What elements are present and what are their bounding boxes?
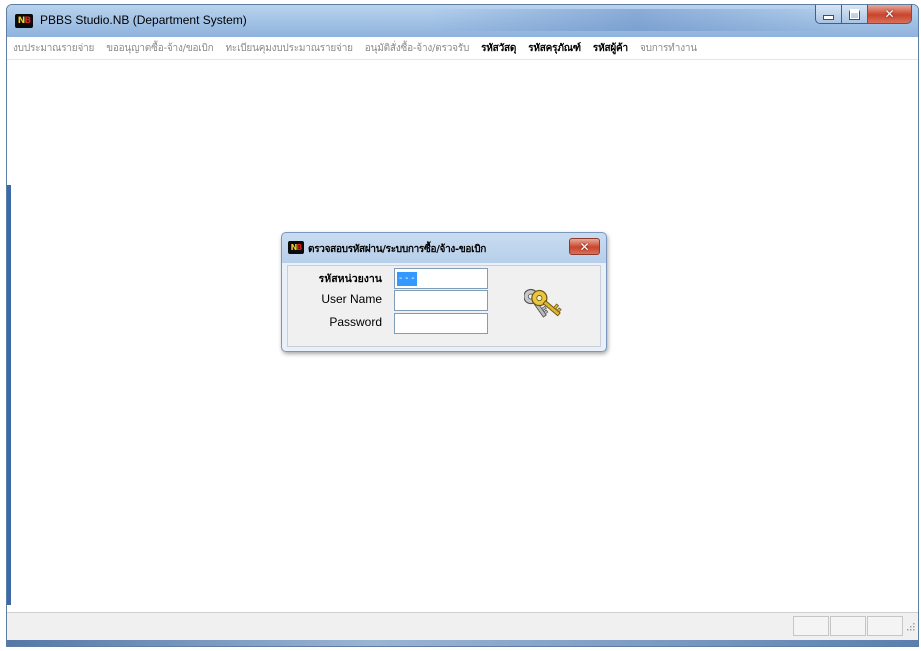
menu-item-budget-register[interactable]: ทะเบียนคุมงบประมาณรายจ่าย bbox=[226, 41, 353, 56]
close-icon: ✕ bbox=[579, 239, 590, 254]
menu-item-approve-order[interactable]: อนุมัติสั่งซื้อ-จ้าง/ตรวจรับ bbox=[365, 41, 470, 56]
dialog-logo-icon: NB bbox=[288, 241, 304, 254]
menu-item-purchase-request[interactable]: ขออนุญาตซื้อ-จ้าง/ขอเบิก bbox=[106, 41, 214, 56]
menu-item-material-code[interactable]: รหัสวัสดุ bbox=[481, 41, 516, 56]
department-code-input[interactable]: - - - bbox=[394, 268, 488, 289]
dialog-body: รหัสหน่วยงาน - - - User Name Password bbox=[287, 265, 601, 347]
resize-grip-icon[interactable] bbox=[905, 621, 915, 631]
username-label: User Name bbox=[321, 292, 382, 306]
minimize-button[interactable] bbox=[815, 5, 842, 24]
app-logo-icon: NB bbox=[15, 14, 33, 28]
window-bottom-border bbox=[7, 640, 918, 646]
password-input[interactable] bbox=[394, 313, 488, 334]
status-panel bbox=[830, 616, 866, 636]
department-code-label: รหัสหน่วยงาน bbox=[318, 273, 382, 285]
menu-item-vendor-code[interactable]: รหัสผู้ค้า bbox=[593, 41, 628, 56]
menu-item-budget[interactable]: งบประมาณรายจ่าย bbox=[13, 41, 94, 56]
keys-icon bbox=[524, 288, 562, 318]
username-input[interactable] bbox=[394, 290, 488, 311]
status-panel bbox=[793, 616, 829, 636]
caption-buttons: ✕ bbox=[815, 5, 912, 25]
maximize-button[interactable] bbox=[842, 5, 868, 24]
left-edge-accent bbox=[7, 185, 11, 605]
department-code-value: - - - bbox=[397, 271, 417, 286]
menu-item-durable-code[interactable]: รหัสครุภัณฑ์ bbox=[528, 41, 581, 56]
maximize-icon bbox=[849, 8, 860, 20]
status-bar bbox=[7, 612, 918, 640]
dialog-title: ตรวจสอบรหัสผ่าน/ระบบการซื้อ/จ้าง-ขอเบิก bbox=[308, 244, 487, 255]
minimize-icon bbox=[823, 14, 834, 20]
status-panel bbox=[867, 616, 903, 636]
menu-bar: งบประมาณรายจ่าย ขออนุญาตซื้อ-จ้าง/ขอเบิก… bbox=[7, 37, 918, 60]
menu-item-exit[interactable]: จบการทำงาน bbox=[640, 41, 697, 56]
close-button[interactable]: ✕ bbox=[868, 5, 912, 24]
window-title: PBBS Studio.NB (Department System) bbox=[40, 13, 247, 27]
login-dialog: NB ตรวจสอบรหัสผ่าน/ระบบการซื้อ/จ้าง-ขอเบ… bbox=[281, 232, 607, 352]
title-bar[interactable]: NB PBBS Studio.NB (Department System) ✕ bbox=[7, 5, 918, 37]
close-icon: ✕ bbox=[884, 7, 895, 21]
dialog-close-button[interactable]: ✕ bbox=[569, 238, 600, 255]
password-label: Password bbox=[329, 315, 382, 329]
